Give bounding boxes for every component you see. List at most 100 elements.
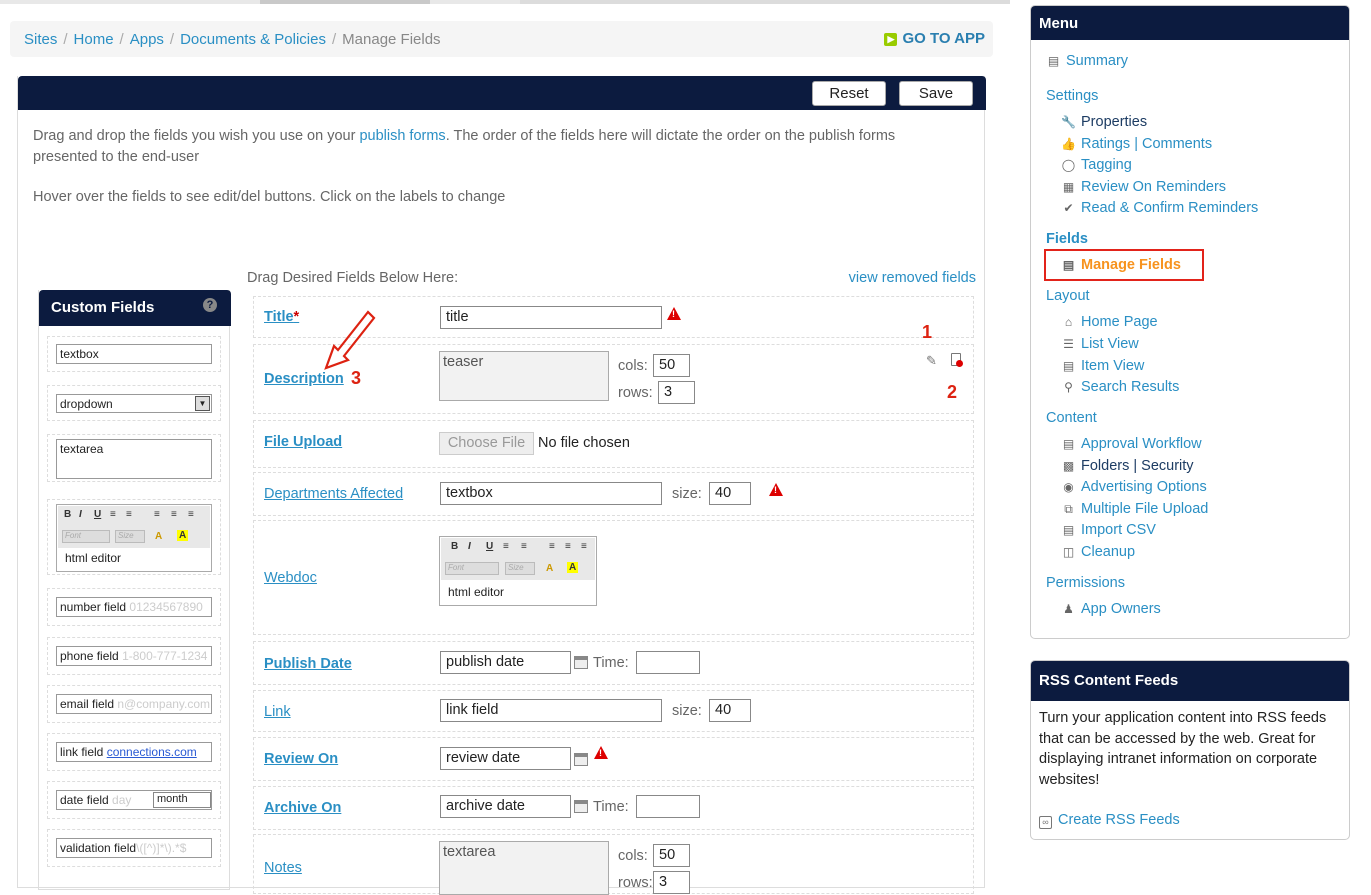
sidebar-item-item-view[interactable]: ▤ Item View	[1061, 358, 1145, 374]
rss-title: RSS Content Feeds	[1031, 661, 1349, 701]
multi-upload-label: Multiple File Upload	[1081, 501, 1209, 517]
go-to-app-label: GO TO APP	[902, 30, 985, 47]
size-select[interactable]: Size	[505, 562, 535, 575]
review-date-input[interactable]: review date	[440, 747, 571, 770]
custom-fields-palette: Custom Fields? textbox dropdown ▼ textare…	[38, 290, 231, 890]
field-label-archive-on[interactable]: Archive On	[264, 800, 341, 816]
sidebar-item-list-view[interactable]: ☰ List View	[1061, 336, 1139, 352]
go-to-app-link[interactable]: ▶ GO TO APP	[884, 30, 985, 47]
number-field-label: number field	[60, 600, 127, 614]
palette-textbox[interactable]: textbox	[47, 336, 221, 372]
cols-input[interactable]: 50	[653, 844, 690, 867]
palette-email-field[interactable]: email field n@company.com	[47, 685, 221, 723]
editor-text: html editor	[65, 551, 122, 565]
list-icon: ☰	[1063, 337, 1074, 351]
breadcrumb-apps[interactable]: Apps	[130, 31, 164, 48]
calendar-icon[interactable]	[574, 656, 588, 669]
sidebar-item-app-owners[interactable]: ♟ App Owners	[1061, 601, 1161, 617]
field-row-notes[interactable]: Notes textarea cols: 50 rows: 3	[253, 834, 974, 895]
field-row-departments[interactable]: Departments Affected textbox size: 40	[253, 472, 974, 516]
field-label-departments[interactable]: Departments Affected	[264, 486, 403, 502]
time-input[interactable]	[636, 795, 700, 818]
breadcrumb-home[interactable]: Home	[74, 31, 114, 48]
field-row-review-on[interactable]: Review On review date	[253, 737, 974, 781]
cols-input[interactable]: 50	[653, 354, 690, 377]
home-page-label: Home Page	[1081, 314, 1158, 330]
field-label-file-upload[interactable]: File Upload	[264, 434, 342, 450]
field-label-review-on[interactable]: Review On	[264, 751, 338, 767]
palette-date-field[interactable]: date field day month	[47, 781, 221, 819]
size-input[interactable]: 40	[709, 482, 751, 505]
calendar-icon[interactable]	[574, 800, 588, 813]
breadcrumb-current: Manage Fields	[342, 31, 441, 48]
view-removed-fields-link[interactable]: view removed fields	[849, 270, 976, 286]
sidebar-item-search-results[interactable]: ⚲ Search Results	[1061, 379, 1179, 395]
sidebar-item-multi-upload[interactable]: ⧉ Multiple File Upload	[1061, 501, 1208, 517]
sidebar-item-summary[interactable]: ▤ Summary	[1046, 53, 1128, 69]
sidebar-item-tagging[interactable]: ◯ Tagging	[1061, 157, 1132, 173]
font-select[interactable]: Font	[445, 562, 499, 575]
sidebar-item-home-page[interactable]: ⌂ Home Page	[1061, 314, 1158, 330]
editor-toolbar: B I U ≡ ≡ ≡ ≡ ≡ Font Size AA	[441, 538, 595, 580]
help-icon[interactable]: ?	[203, 298, 217, 312]
publish-date-input[interactable]: publish date	[440, 651, 571, 674]
sidebar-item-review-reminders[interactable]: ▦ Review On Reminders	[1061, 179, 1226, 195]
size-input[interactable]: 40	[709, 699, 751, 722]
breadcrumb-documents-policies[interactable]: Documents & Policies	[180, 31, 326, 48]
description-textarea[interactable]: teaser	[439, 351, 609, 401]
pencil-icon[interactable]: ✎	[926, 353, 937, 369]
breadcrumb: Sites / Home / Apps / Documents & Policies / Man…	[24, 31, 441, 48]
palette-validation-field[interactable]: validation field\([^)]*\).*$	[47, 829, 221, 867]
palette-link-field[interactable]: link field connections.com	[47, 733, 221, 771]
sidebar-item-approval[interactable]: ▤ Approval Workflow	[1061, 436, 1202, 452]
rows-input[interactable]: 3	[658, 381, 695, 404]
field-row-link[interactable]: Link link field size: 40	[253, 690, 974, 732]
save-button[interactable]: Save	[899, 81, 973, 106]
time-input[interactable]	[636, 651, 700, 674]
breadcrumb-separator: /	[332, 31, 337, 48]
breadcrumb-sites[interactable]: Sites	[24, 31, 57, 48]
cols-label: cols:	[618, 358, 648, 374]
sidebar-item-read-confirm[interactable]: ✔ Read & Confirm Reminders	[1061, 200, 1258, 216]
field-label-title[interactable]: Title*	[264, 309, 299, 325]
sidebar-item-ratings[interactable]: 👍 Ratings | Comments	[1061, 136, 1212, 152]
field-label-webdoc[interactable]: Webdoc	[264, 570, 317, 586]
palette-textarea[interactable]: textarea	[47, 434, 221, 482]
field-row-publish-date[interactable]: Publish Date publish date Time:	[253, 641, 974, 685]
webdoc-editor[interactable]: B I U ≡ ≡ ≡ ≡ ≡ Font Size AA html editor	[439, 536, 597, 606]
sidebar-item-cleanup[interactable]: ◫ Cleanup	[1061, 544, 1135, 560]
sidebar-item-advertising[interactable]: ◉ Advertising Options	[1061, 479, 1206, 495]
search-icon: ⚲	[1064, 380, 1073, 394]
rows-input[interactable]: 3	[653, 871, 690, 894]
sidebar-item-properties[interactable]: 🔧 Properties	[1061, 114, 1147, 130]
delete-field-icon[interactable]	[951, 353, 963, 367]
palette-html-editor[interactable]: B I U ≡ ≡ ≡ ≡ ≡ Font Size AA html editor	[47, 499, 221, 575]
palette-phone-field[interactable]: phone field 1-800-777-1234	[47, 637, 221, 675]
field-label-link[interactable]: Link	[264, 704, 291, 720]
field-row-archive-on[interactable]: Archive On archive date Time:	[253, 786, 974, 830]
email-field-hint: n@company.com	[117, 697, 211, 711]
notes-textarea[interactable]: textarea	[439, 841, 609, 895]
size-select: Size	[115, 530, 145, 543]
top-strip-segment	[520, 0, 1010, 4]
sidebar-item-folders[interactable]: ▩ Folders | Security	[1061, 458, 1194, 474]
field-label-publish-date[interactable]: Publish Date	[264, 656, 352, 672]
link-input[interactable]: link field	[440, 699, 662, 722]
choose-file-button[interactable]: Choose File	[439, 432, 534, 455]
textbox-sample: textbox	[56, 344, 212, 364]
title-input[interactable]: title	[440, 306, 662, 329]
annotation-3: 3	[351, 368, 362, 388]
sidebar-item-import-csv[interactable]: ▤ Import CSV	[1061, 522, 1156, 538]
departments-input[interactable]: textbox	[440, 482, 662, 505]
field-label-notes[interactable]: Notes	[264, 860, 302, 876]
palette-number-field[interactable]: number field 01234567890	[47, 588, 221, 626]
archive-date-input[interactable]: archive date	[440, 795, 571, 818]
calendar-icon[interactable]	[574, 753, 588, 766]
palette-dropdown[interactable]: dropdown ▼	[47, 385, 221, 421]
properties-label: Properties	[1081, 114, 1148, 130]
create-rss-feeds-link[interactable]: ∞ Create RSS Feeds	[1039, 812, 1180, 829]
publish-forms-link[interactable]: publish forms	[359, 128, 445, 144]
reset-button[interactable]: Reset	[812, 81, 886, 106]
field-row-file-upload[interactable]: File Upload Choose File No file chosen	[253, 420, 974, 468]
field-row-webdoc[interactable]: Webdoc B I U ≡ ≡ ≡ ≡ ≡ Font Size AA html editor	[253, 520, 974, 635]
